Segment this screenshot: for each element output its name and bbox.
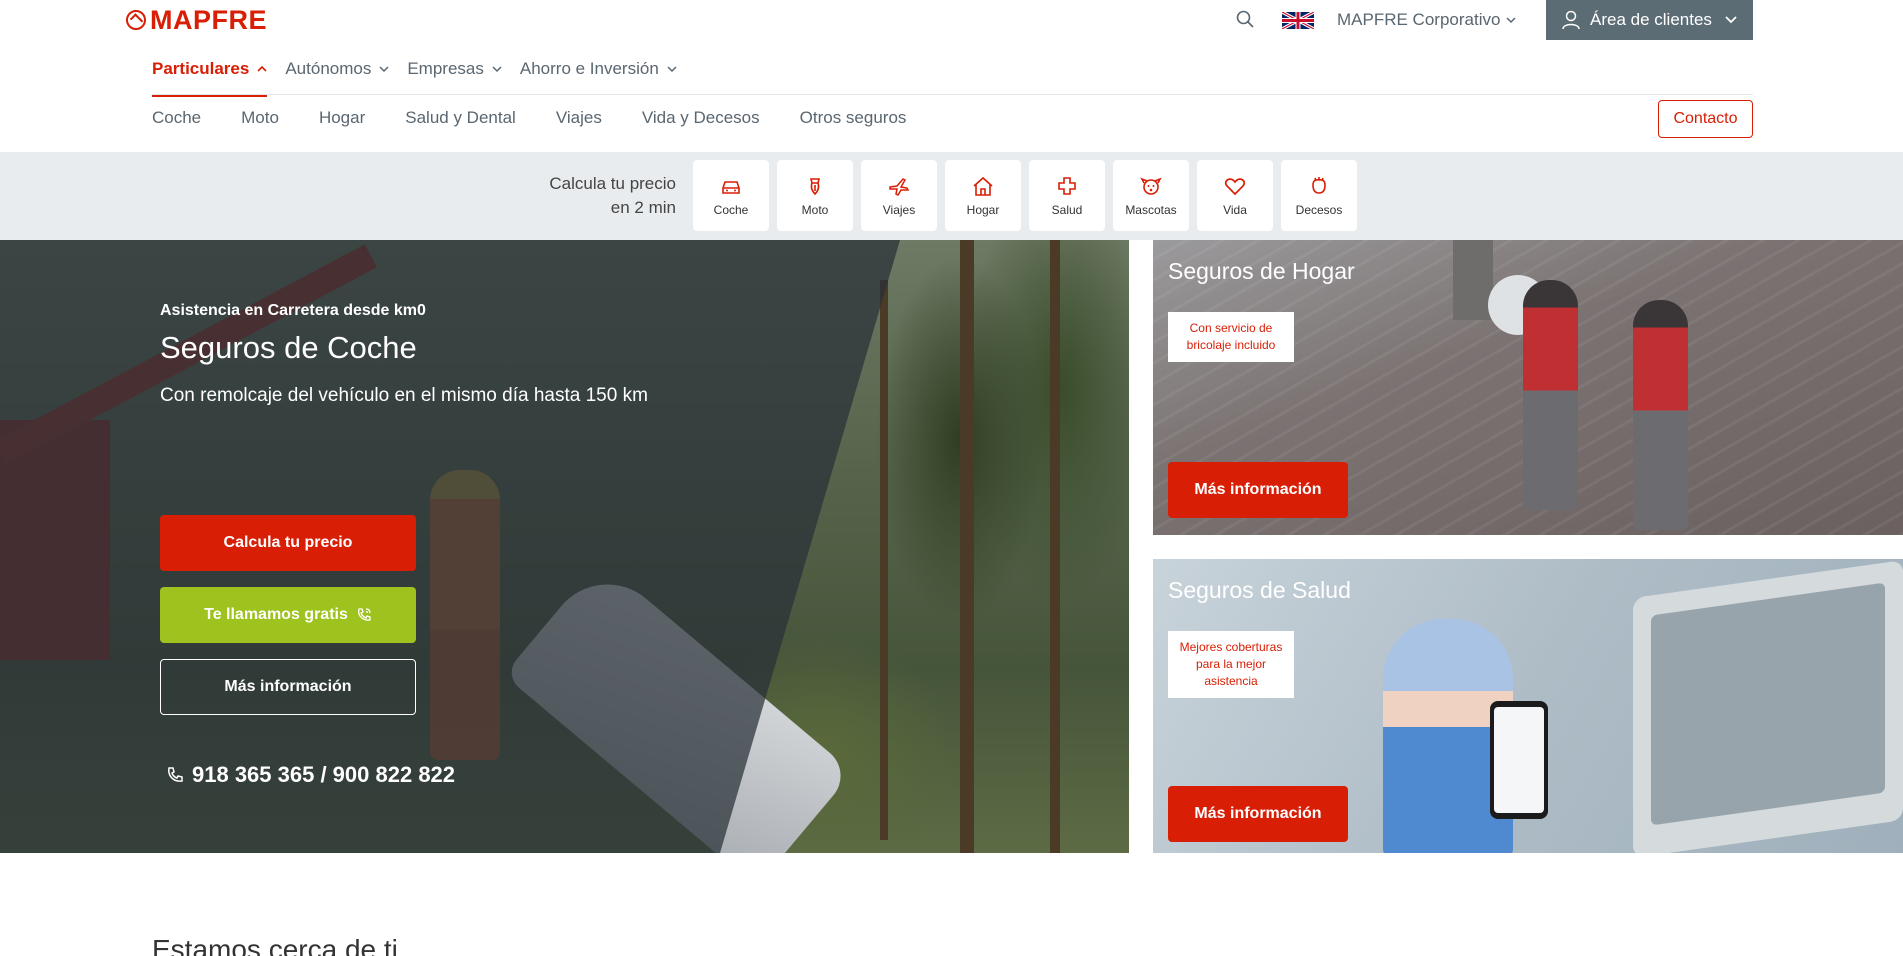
main-nav-label: Autónomos [285, 59, 372, 78]
promo-card-tag: Mejores coberturas para la mejor asisten… [1168, 631, 1294, 698]
chevron-down-icon [1725, 16, 1737, 24]
promo-card-button[interactable]: Más información [1168, 786, 1348, 842]
call-me-label: Te llamamos gratis [204, 606, 348, 623]
quote-label: Calcula tu precio en 2 min [540, 172, 676, 220]
main-nav-ahorro[interactable]: Ahorro e Inversión [520, 50, 677, 97]
promo-card-tag: Con servicio de bricolaje incluido [1168, 312, 1294, 362]
chevron-down-icon [1506, 16, 1516, 23]
promo-card-salud: Seguros de Salud Mejores coberturas para… [1153, 559, 1903, 853]
chimney-image [1453, 240, 1493, 320]
quote-card-salud[interactable]: Salud [1029, 160, 1105, 231]
main-nav-particulares[interactable]: Particulares [152, 50, 268, 97]
promo-card-title: Seguros de Salud [1168, 577, 1351, 603]
section-heading: Estamos cerca de ti [152, 934, 398, 956]
client-area-button[interactable]: Área de clientes [1546, 0, 1753, 40]
main-nav-empresas[interactable]: Empresas [407, 50, 502, 97]
mapfre-logo[interactable]: MAPFRE [126, 5, 267, 35]
chevron-down-icon [667, 66, 677, 73]
sub-nav-viajes[interactable]: Viajes [556, 108, 602, 128]
corporate-label: MAPFRE Corporativo [1337, 10, 1501, 29]
quote-card-coche[interactable]: Coche [693, 160, 769, 231]
main-nav-autonomos[interactable]: Autónomos [285, 50, 389, 97]
promo-card-hogar: Seguros de Hogar Con servicio de bricola… [1153, 240, 1903, 535]
sub-nav-salud-dental[interactable]: Salud y Dental [405, 108, 516, 128]
quote-card-label: Moto [801, 202, 829, 217]
health-cross-icon [1058, 176, 1076, 195]
quote-card-decesos[interactable]: Decesos [1281, 160, 1357, 231]
quote-card-mascotas[interactable]: Mascotas [1113, 160, 1189, 231]
motorcycle-icon [809, 177, 821, 195]
quote-band: Calcula tu precio en 2 min Coche Moto Vi… [0, 152, 1903, 240]
chevron-up-icon [257, 65, 267, 72]
nav-divider [152, 94, 1753, 95]
main-nav-label: Particulares [152, 59, 250, 78]
more-info-label: Más información [224, 678, 352, 695]
hero-title: Seguros de Coche [160, 330, 417, 365]
uk-flag-icon[interactable] [1281, 10, 1315, 31]
promo-card-button[interactable]: Más información [1168, 462, 1348, 518]
chevron-down-icon [379, 66, 389, 73]
corporate-dropdown[interactable]: MAPFRE Corporativo [1337, 10, 1516, 30]
main-nav-label: Ahorro e Inversión [519, 59, 659, 78]
worker-image [1633, 300, 1688, 530]
house-icon [973, 176, 993, 196]
pet-icon [1140, 176, 1162, 195]
mapfre-logo-icon [126, 10, 146, 30]
monitor-screen [1651, 582, 1885, 826]
call-me-button[interactable]: Te llamamos gratis [160, 587, 416, 643]
quote-card-label: Salud [1051, 202, 1083, 217]
quote-card-viajes[interactable]: Viajes [861, 160, 937, 231]
client-area-label: Área de clientes [1590, 10, 1712, 29]
quote-card-vida[interactable]: Vida [1197, 160, 1273, 231]
quote-card-label: Viajes [882, 202, 916, 217]
sub-nav-moto[interactable]: Moto [241, 108, 279, 128]
contact-button[interactable]: Contacto [1658, 100, 1753, 138]
flower-icon [1312, 176, 1326, 194]
calculate-price-label: Calcula tu precio [223, 534, 353, 551]
hero-tree-trunk [960, 240, 974, 853]
hero-phone-numbers: 918 365 365 / 900 822 822 [192, 762, 456, 787]
user-icon [1562, 10, 1580, 30]
quote-card-label: Mascotas [1125, 202, 1177, 217]
heart-icon [1224, 177, 1246, 195]
worker-image [1523, 280, 1578, 510]
hero-tree-trunk [880, 280, 888, 840]
quote-card-label: Decesos [1295, 202, 1343, 217]
hero-tree-trunk [1050, 240, 1060, 853]
chevron-down-icon [492, 66, 502, 73]
quote-card-moto[interactable]: Moto [777, 160, 853, 231]
sub-nav-otros-seguros[interactable]: Otros seguros [800, 108, 907, 128]
quote-card-label: Hogar [966, 202, 1000, 217]
quote-label-line1: Calcula tu precio [549, 174, 676, 193]
quote-label-line2: en 2 min [610, 198, 676, 217]
quote-cards: Coche Moto Viajes Hogar Salud Mascotas V… [693, 160, 1357, 231]
smartphone-image [1490, 701, 1548, 819]
hero-description: Con remolcaje del vehículo en el mismo d… [160, 385, 648, 406]
more-info-button[interactable]: Más información [160, 659, 416, 715]
promo-card-title: Seguros de Hogar [1168, 258, 1355, 284]
hero-phone[interactable]: 918 365 365 / 900 822 822 [166, 762, 455, 788]
quote-card-hogar[interactable]: Hogar [945, 160, 1021, 231]
calculate-price-button[interactable]: Calcula tu precio [160, 515, 416, 571]
search-icon[interactable] [1236, 10, 1254, 28]
brand-name: MAPFRE [150, 5, 267, 35]
sub-nav-vida-decesos[interactable]: Vida y Decesos [642, 108, 760, 128]
sub-nav: Coche Moto Hogar Salud y Dental Viajes V… [152, 108, 906, 128]
monitor-image [1633, 560, 1903, 853]
top-bar: MAPFRE MAPFRE Corporativo Área de client… [0, 0, 1903, 44]
main-nav-label: Empresas [407, 59, 484, 78]
sub-nav-hogar[interactable]: Hogar [319, 108, 365, 128]
sub-nav-coche[interactable]: Coche [152, 108, 201, 128]
hero-banner: Asistencia en Carretera desde km0 Seguro… [0, 240, 1129, 853]
quote-card-label: Vida [1223, 202, 1247, 217]
car-icon [722, 180, 740, 194]
phone-ringing-icon [357, 608, 371, 621]
hero-subtitle: Asistencia en Carretera desde km0 [160, 302, 426, 319]
phone-icon [168, 767, 183, 782]
plane-icon [889, 177, 910, 196]
main-nav: Particulares Autónomos Empresas Ahorro e… [152, 50, 677, 97]
quote-card-label: Coche [713, 202, 749, 217]
